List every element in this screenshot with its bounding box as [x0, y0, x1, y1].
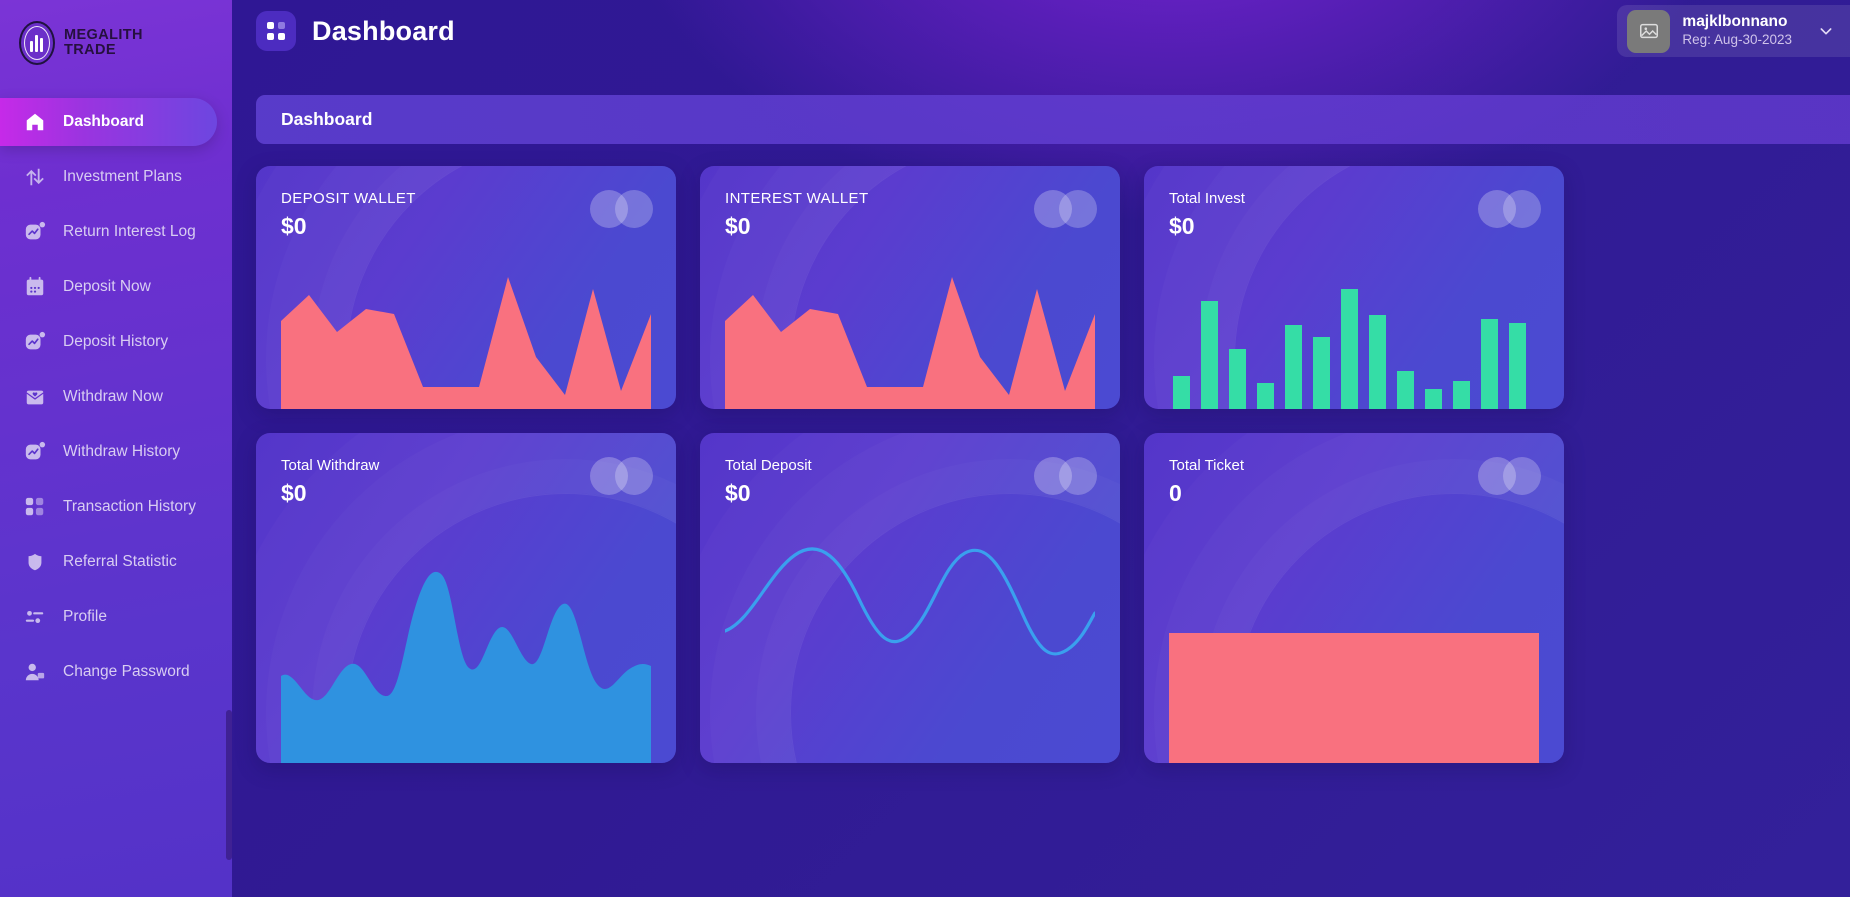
envelope-heart-icon	[24, 386, 46, 408]
megalith-oval-bars-logo-icon	[19, 21, 55, 65]
stat-card-deposit-wallet[interactable]: DEPOSIT WALLET $0	[256, 166, 676, 409]
breadcrumb: Dashboard	[256, 95, 1850, 144]
user-registration-date: Reg: Aug-30-2023	[1682, 32, 1792, 48]
sidebar-item-label: Deposit History	[63, 333, 169, 350]
sidebar-item-profile[interactable]: Profile	[0, 593, 232, 641]
user-lock-icon	[24, 661, 46, 683]
sidebar-item-label: Withdraw Now	[63, 388, 163, 405]
breadcrumb-label: Dashboard	[281, 109, 373, 129]
sidebar: MEGALITH TRADE Dashboard Investment Plan…	[0, 0, 232, 897]
grid-four-icon	[256, 11, 296, 51]
dashboard-app: MEGALITH TRADE Dashboard Investment Plan…	[0, 0, 1850, 897]
user-menu[interactable]: majklbonnano Reg: Aug-30-2023	[1617, 5, 1850, 57]
arrows-up-down-icon	[24, 166, 46, 188]
area-chart-pink	[281, 259, 651, 409]
stat-card-total-withdraw[interactable]: Total Withdraw $0	[256, 433, 676, 763]
sidebar-item-deposit-now[interactable]: Deposit Now	[0, 263, 232, 311]
bar-chart-pink	[1169, 633, 1539, 763]
two-circles-icon	[1034, 190, 1097, 228]
bar-chart-green	[1169, 259, 1539, 409]
card-label: DEPOSIT WALLET	[281, 190, 416, 207]
top-bar: Dashboard majklbonnano Reg: Aug-30-2023	[232, 0, 1850, 62]
sidebar-item-label: Change Password	[63, 663, 190, 680]
grid-four-icon	[24, 496, 46, 518]
sliders-icon	[24, 606, 46, 628]
sidebar-item-referral-statistic[interactable]: Referral Statistic	[0, 538, 232, 586]
brand-line-1: MEGALITH	[64, 27, 143, 44]
sidebar-item-investment-plans[interactable]: Investment Plans	[0, 153, 232, 201]
sidebar-item-label: Deposit Now	[63, 278, 151, 295]
card-value: $0	[281, 480, 307, 506]
two-circles-icon	[1478, 457, 1541, 495]
sidebar-item-dashboard[interactable]: Dashboard	[0, 98, 217, 146]
sidebar-item-label: Profile	[63, 608, 107, 625]
sidebar-item-return-interest-log[interactable]: Return Interest Log	[0, 208, 232, 256]
area-chart-pink	[725, 259, 1095, 409]
sidebar-item-label: Dashboard	[63, 113, 144, 130]
chevron-down-icon[interactable]	[1818, 23, 1834, 39]
page-title: Dashboard	[312, 15, 455, 46]
card-label: Total Deposit	[725, 457, 812, 474]
two-circles-icon	[590, 190, 653, 228]
main-content: Dashboard majklbonnano Reg: Aug-30-2023 …	[232, 0, 1850, 897]
card-value: 0	[1169, 480, 1182, 506]
area-chart-blue	[281, 548, 651, 763]
two-circles-icon	[1034, 457, 1097, 495]
home-icon	[24, 111, 46, 133]
sidebar-scrollbar-thumb[interactable]	[226, 710, 232, 860]
sidebar-item-transaction-history[interactable]: Transaction History	[0, 483, 232, 531]
brand-line-2: TRADE	[64, 42, 116, 58]
sidebar-nav: Dashboard Investment Plans Return Intere…	[0, 98, 232, 696]
broken-image-icon	[1627, 9, 1671, 53]
sidebar-item-label: Investment Plans	[63, 168, 182, 185]
stat-card-total-deposit[interactable]: Total Deposit $0	[700, 433, 1120, 763]
card-value: $0	[1169, 213, 1195, 239]
two-circles-icon	[1478, 190, 1541, 228]
sidebar-item-label: Return Interest Log	[63, 223, 196, 240]
card-label: Total Ticket	[1169, 457, 1245, 474]
stat-card-grid: DEPOSIT WALLET $0 INTEREST WALLET $0 Tot…	[256, 166, 1850, 763]
user-name: majklbonnano	[1682, 12, 1788, 30]
card-value: $0	[725, 213, 751, 239]
stat-card-total-ticket[interactable]: Total Ticket 0	[1144, 433, 1564, 763]
stat-card-total-invest[interactable]: Total Invest $0	[1144, 166, 1564, 409]
card-value: $0	[281, 213, 307, 239]
sidebar-item-change-password[interactable]: Change Password	[0, 648, 232, 696]
sidebar-item-deposit-history[interactable]: Deposit History	[0, 318, 232, 366]
sidebar-item-withdraw-now[interactable]: Withdraw Now	[0, 373, 232, 421]
sidebar-item-label: Withdraw History	[63, 443, 181, 460]
sidebar-item-withdraw-history[interactable]: Withdraw History	[0, 428, 232, 476]
sidebar-item-label: Transaction History	[63, 498, 196, 515]
sidebar-item-label: Referral Statistic	[63, 553, 177, 570]
shield-heart-icon	[24, 551, 46, 573]
chart-square-icon	[24, 221, 46, 243]
calendar-icon	[24, 276, 46, 298]
card-label: Total Withdraw	[281, 457, 380, 474]
card-label: INTEREST WALLET	[725, 190, 869, 207]
stat-card-interest-wallet[interactable]: INTEREST WALLET $0	[700, 166, 1120, 409]
line-chart-blue	[725, 513, 1095, 763]
chart-square-icon	[24, 441, 46, 463]
chart-square-icon	[24, 331, 46, 353]
card-value: $0	[725, 480, 751, 506]
brand-logo[interactable]: MEGALITH TRADE	[0, 0, 232, 72]
card-label: Total Invest	[1169, 190, 1245, 207]
two-circles-icon	[590, 457, 653, 495]
